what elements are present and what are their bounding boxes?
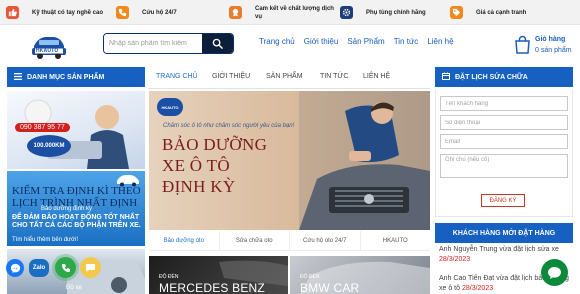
feature-genuine-parts: Phụ tùng chính hãng bbox=[340, 0, 426, 25]
zalo-button[interactable]: Zalo bbox=[29, 259, 49, 277]
shopping-bag-icon bbox=[515, 35, 530, 54]
promo-phone-badge: 090 387 95 77 bbox=[15, 123, 70, 132]
tab-maintenance[interactable]: Bảo dưỡng oto bbox=[149, 231, 220, 250]
card-small-label: ĐỘ ĐÈN bbox=[300, 274, 320, 280]
hero-title-line-2: XE Ô TÔ bbox=[162, 156, 230, 175]
cart-title: Giỏ hàng bbox=[535, 36, 566, 43]
phone-field[interactable] bbox=[440, 115, 568, 130]
main-navigation: Trang chủ Giới thiệu Sản Phẩm Tin tức Li… bbox=[259, 37, 454, 46]
call-button[interactable] bbox=[55, 257, 76, 278]
card-title: MERCEDES BENZ bbox=[159, 281, 265, 294]
feature-quality-commitment: Cam kết về chất lượng dịch vụ bbox=[229, 0, 337, 25]
hero-banner[interactable]: HKAUTO Chăm sóc ô tô như chăm sóc người … bbox=[149, 91, 430, 230]
menu-icon bbox=[14, 72, 22, 82]
tab-rescue[interactable]: Cứu hộ oto 24/7 bbox=[290, 231, 361, 250]
promo-banner-mechanic[interactable]: 090 387 95 77 100.000KM bbox=[7, 91, 145, 169]
mileage-badge: 100.000KM bbox=[27, 135, 71, 157]
car-parts-label: Đồ xe bbox=[66, 285, 82, 291]
subnav-about[interactable]: GIỚI THIỆU bbox=[212, 73, 250, 80]
zalo-label: Zalo bbox=[32, 265, 46, 271]
messenger-icon bbox=[10, 263, 20, 273]
message-icon bbox=[86, 263, 95, 272]
inspection-description: ĐỂ ĐẢM BẢO HOẠT ĐỘNG TỐT NHẤT CHO TẤT CẢ… bbox=[12, 214, 141, 229]
subnav-products[interactable]: SẢN PHẨM bbox=[266, 73, 303, 80]
email-field[interactable] bbox=[440, 134, 568, 149]
nav-about[interactable]: Giới thiệu bbox=[304, 37, 339, 46]
live-chat-button[interactable] bbox=[541, 259, 568, 286]
gear-icon bbox=[340, 6, 353, 19]
order-text: Anh Nguyễn Trung vừa đặt lịch sửa xe bbox=[439, 246, 559, 253]
booking-title: ĐẶT LỊCH SỬA CHỮA bbox=[455, 73, 528, 81]
order-date: 28/3/2023 bbox=[439, 256, 471, 263]
product-card-mercedes[interactable]: ĐỘ ĐÈN MERCEDES BENZ bbox=[149, 256, 288, 294]
product-card-bmw[interactable]: ĐỘ ĐÈN BMW CAR bbox=[290, 256, 430, 294]
nav-products[interactable]: Sản Phẩm bbox=[347, 37, 384, 46]
calendar-icon bbox=[442, 72, 450, 82]
note-field[interactable] bbox=[440, 154, 568, 178]
tab-hkauto[interactable]: HKAUTO bbox=[361, 231, 431, 250]
phone-24-icon bbox=[116, 6, 129, 19]
hero-logo-text: HKAUTO bbox=[161, 104, 179, 110]
hero-title-line-1: BẢO DƯỠNG bbox=[162, 135, 268, 154]
order-date: 28/3/2023 bbox=[461, 285, 494, 292]
card-small-label: ĐỘ ĐÈN bbox=[159, 274, 179, 280]
thumbs-up-icon bbox=[6, 6, 19, 19]
register-button[interactable]: ĐĂNG KÝ bbox=[481, 194, 525, 207]
search-input[interactable] bbox=[104, 34, 202, 53]
tab-repair[interactable]: Sửa chữa oto bbox=[220, 231, 290, 250]
chat-bubble-icon bbox=[548, 266, 561, 279]
feature-rescue-24-7: Cứu hộ 24/7 bbox=[116, 0, 177, 25]
booking-header: ĐẶT LỊCH SỬA CHỮA bbox=[435, 67, 573, 87]
messenger-button[interactable] bbox=[6, 259, 24, 277]
hero-tagline: Chăm sóc ô tô như chăm sóc người yêu của… bbox=[163, 123, 295, 129]
badge-icon bbox=[229, 6, 242, 19]
top-info-bar: Kỹ thuật có tay nghề cao Cứu hộ 24/7 Cam… bbox=[0, 0, 580, 25]
feature-competitive-price: Giá cả cạnh tranh bbox=[450, 0, 526, 25]
nav-home[interactable]: Trang chủ bbox=[259, 37, 295, 46]
card-title: BMW CAR bbox=[300, 281, 360, 294]
subnav-news[interactable]: TIN TỨC bbox=[320, 73, 348, 80]
cart-count: 0 sản phẩm bbox=[535, 47, 572, 54]
nav-contact[interactable]: Liên hệ bbox=[427, 37, 453, 46]
promo-banner-car-parts[interactable]: Đồ xe bbox=[7, 249, 145, 294]
mileage-badge-text: 100.000KM bbox=[33, 143, 65, 149]
inspection-link[interactable]: Tìm hiểu thêm bên dưới! bbox=[12, 237, 78, 243]
recent-orders-header: KHÁCH HÀNG MỚI ĐẶT HÀNG bbox=[435, 223, 573, 243]
logo-text: HKAUTO bbox=[36, 48, 59, 54]
hero-title-line-3: ĐỊNH KỲ bbox=[162, 177, 236, 196]
subnav-home[interactable]: TRANG CHỦ bbox=[156, 73, 198, 80]
price-tag-icon bbox=[450, 6, 463, 19]
hero-logo: HKAUTO bbox=[157, 98, 183, 116]
hero-title: BẢO DƯỠNG XE Ô TÔ ĐỊNH KỲ bbox=[162, 134, 267, 197]
promo-phone: 090 387 95 77 bbox=[20, 124, 65, 131]
site-header: HKAUTO Trang chủ Giới thiệu Sản Phẩm Tin… bbox=[0, 25, 580, 65]
service-tabs: Bảo dưỡng oto Sửa chữa oto Cứu hộ oto 24… bbox=[149, 231, 430, 251]
phone-icon bbox=[61, 263, 70, 272]
site-logo[interactable]: HKAUTO bbox=[30, 32, 68, 60]
category-menu-title: DANH MỤC SẢN PHẨM bbox=[27, 73, 105, 81]
secondary-navigation: TRANG CHỦ GIỚI THIỆU SẢN PHẨM TIN TỨC LI… bbox=[148, 67, 430, 89]
category-menu-header[interactable]: DANH MỤC SẢN PHẨM bbox=[7, 67, 145, 87]
search-icon bbox=[212, 38, 223, 49]
search-button[interactable] bbox=[202, 34, 233, 53]
search-box bbox=[103, 33, 234, 54]
customer-name-field[interactable] bbox=[440, 96, 568, 111]
nav-news[interactable]: Tin tức bbox=[394, 37, 419, 46]
inspection-subtitle: Bảo dưỡng định kỳ bbox=[41, 206, 92, 212]
recent-orders-title: KHÁCH HÀNG MỚI ĐẶT HÀNG bbox=[452, 229, 556, 237]
cart[interactable]: Giỏ hàng 0 sản phẩm bbox=[514, 33, 576, 59]
sms-button[interactable] bbox=[80, 257, 101, 278]
feature-skilled-technicians: Kỹ thuật có tay nghề cao bbox=[6, 0, 103, 25]
promo-banner-inspection[interactable]: KIỂM TRA ĐỊNH KÌ THEO LỊCH TRÌNH NHẤT ĐỊ… bbox=[7, 171, 145, 246]
subnav-contact[interactable]: LIÊN HỆ bbox=[363, 73, 390, 80]
